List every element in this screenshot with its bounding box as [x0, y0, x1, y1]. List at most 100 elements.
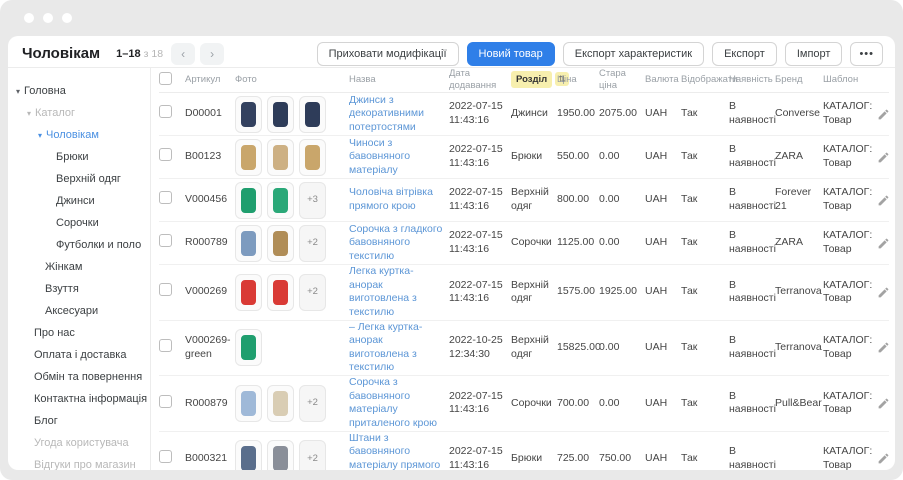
sidebar-item-label: Сорочки: [56, 217, 99, 229]
sidebar-item-4[interactable]: Верхній одяг: [8, 168, 150, 190]
more-photos-badge[interactable]: +2: [299, 384, 326, 422]
product-photo[interactable]: [235, 95, 262, 133]
table-header-row: Артикул Фото Назва Дата додавання Розділ ⇅ Цін…: [159, 68, 889, 93]
name-cell: Джинси з декоративними потертостями: [349, 94, 449, 135]
column-header-check: [159, 71, 185, 89]
product-name-link[interactable]: Чиноси з бавовняного матеріалу: [349, 137, 443, 178]
chevron-right-icon: ›: [210, 46, 215, 61]
edit-button[interactable]: [877, 108, 890, 121]
old-price-cell: 1925.00: [599, 285, 637, 298]
window-control-dot[interactable]: [24, 13, 34, 23]
more-photos-badge[interactable]: +2: [299, 440, 326, 470]
sidebar-item-14[interactable]: Контактна інформація: [8, 388, 150, 410]
product-name-link[interactable]: Легка куртка-анорак виготовлена з тексти…: [349, 265, 443, 320]
sidebar-item-13[interactable]: Обмін та повернення: [8, 366, 150, 388]
product-photo[interactable]: [235, 329, 262, 367]
article-cell: B000321: [185, 452, 228, 465]
window-control-dot[interactable]: [43, 13, 53, 23]
catalog-tree-sidebar: ▾ Головна ▾ Каталог ▾ Чоловікам Брюки Верхній о…: [8, 68, 151, 470]
edit-button[interactable]: [877, 151, 890, 164]
pagination-prev-button[interactable]: ‹: [171, 42, 196, 65]
sidebar-item-17[interactable]: Відгуки про магазин: [8, 454, 150, 470]
price-cell: 800.00: [557, 193, 590, 206]
edit-button[interactable]: [877, 452, 890, 465]
product-name-link[interactable]: Штани з бавовняного матеріалу прямого кр…: [349, 432, 443, 470]
display-cell: Так: [681, 285, 698, 298]
row-actions-cell: [877, 194, 895, 207]
sidebar-item-7[interactable]: Футболки и поло: [8, 234, 150, 256]
row-checkbox[interactable]: [159, 234, 172, 248]
window-control-dot[interactable]: [62, 13, 72, 23]
export-button[interactable]: Експорт: [712, 41, 777, 66]
product-name-link[interactable]: Сорочка з бавовняного матеріалу притален…: [349, 376, 443, 431]
sidebar-item-12[interactable]: Оплата і доставка: [8, 344, 150, 366]
brand-cell: Terranova: [775, 341, 822, 354]
new-product-button[interactable]: Новий товар: [466, 41, 555, 66]
product-photo[interactable]: [267, 224, 294, 262]
column-header-label[interactable]: Розділ: [511, 71, 553, 89]
sidebar-item-8[interactable]: Жінкам: [8, 256, 150, 278]
export-characteristics-button[interactable]: Експорт характеристик: [562, 41, 705, 66]
product-name-link[interactable]: – Легка куртка-анорак виготовлена з текс…: [349, 321, 443, 376]
photos-cell: +3: [235, 181, 349, 219]
more-photos-badge[interactable]: +2: [299, 224, 326, 262]
edit-button[interactable]: [877, 286, 890, 299]
photos-cell: +2: [235, 384, 349, 422]
row-checkbox[interactable]: [159, 148, 172, 162]
product-photo[interactable]: [235, 181, 262, 219]
product-photo[interactable]: [267, 95, 294, 133]
sidebar-item-0[interactable]: ▾ Головна: [8, 80, 150, 102]
product-photo[interactable]: [267, 138, 294, 176]
edit-button[interactable]: [877, 341, 890, 354]
product-name-link[interactable]: Джинси з декоративними потертостями: [349, 94, 443, 135]
column-header-old_price: Стара ціна: [599, 68, 645, 93]
row-checkbox[interactable]: [159, 339, 172, 353]
product-photo[interactable]: [299, 138, 326, 176]
more-photos-badge[interactable]: +3: [299, 181, 326, 219]
product-photo[interactable]: [267, 384, 294, 422]
row-checkbox[interactable]: [159, 450, 172, 464]
sidebar-item-11[interactable]: Про нас: [8, 322, 150, 344]
sidebar-item-16[interactable]: Угода користувача: [8, 432, 150, 454]
row-checkbox[interactable]: [159, 394, 172, 408]
select-all-checkbox[interactable]: [159, 71, 172, 85]
row-checkbox[interactable]: [159, 191, 172, 205]
sidebar-item-5[interactable]: Джинси: [8, 190, 150, 212]
row-checkbox[interactable]: [159, 283, 172, 297]
hide-modifications-button[interactable]: Приховати модифікації: [316, 41, 459, 66]
product-photo[interactable]: [267, 440, 294, 470]
product-photo[interactable]: [235, 138, 262, 176]
availability-cell: В наявності: [729, 445, 776, 470]
sidebar-item-6[interactable]: Сорочки: [8, 212, 150, 234]
product-name-link[interactable]: Сорочка з гладкого бавовняного текстилю: [349, 223, 443, 264]
sidebar-item-9[interactable]: Взуття: [8, 278, 150, 300]
product-photo[interactable]: [267, 181, 294, 219]
product-photo[interactable]: [235, 440, 262, 470]
column-header-price: Ціна: [557, 74, 599, 86]
product-photo[interactable]: [235, 224, 262, 262]
edit-button[interactable]: [877, 237, 890, 250]
column-header-template: Шаблон: [823, 74, 877, 86]
sidebar-item-2[interactable]: ▾ Чоловікам: [8, 124, 150, 146]
product-photo[interactable]: [267, 273, 294, 311]
import-button[interactable]: Імпорт: [784, 41, 843, 66]
display-cell: Так: [681, 107, 698, 120]
product-photo[interactable]: [299, 95, 326, 133]
sidebar-item-3[interactable]: Брюки: [8, 146, 150, 168]
pagination-next-button[interactable]: ›: [200, 42, 225, 65]
garment-image: [273, 187, 288, 213]
edit-button[interactable]: [877, 194, 890, 207]
sidebar-item-label: Футболки и поло: [56, 239, 142, 251]
edit-button[interactable]: [877, 397, 890, 410]
pencil-icon: [878, 195, 889, 205]
sidebar-item-15[interactable]: Блог: [8, 410, 150, 432]
product-name-link[interactable]: Чоловіча вітрівка прямого крою: [349, 186, 443, 213]
more-photos-badge[interactable]: +2: [299, 273, 326, 311]
more-actions-button[interactable]: •••: [850, 41, 883, 66]
row-checkbox[interactable]: [159, 105, 172, 119]
product-photo[interactable]: [235, 273, 262, 311]
product-photo[interactable]: [235, 384, 262, 422]
garment-image: [241, 187, 256, 213]
sidebar-item-1[interactable]: ▾ Каталог: [8, 102, 150, 124]
sidebar-item-10[interactable]: Аксесуари: [8, 300, 150, 322]
